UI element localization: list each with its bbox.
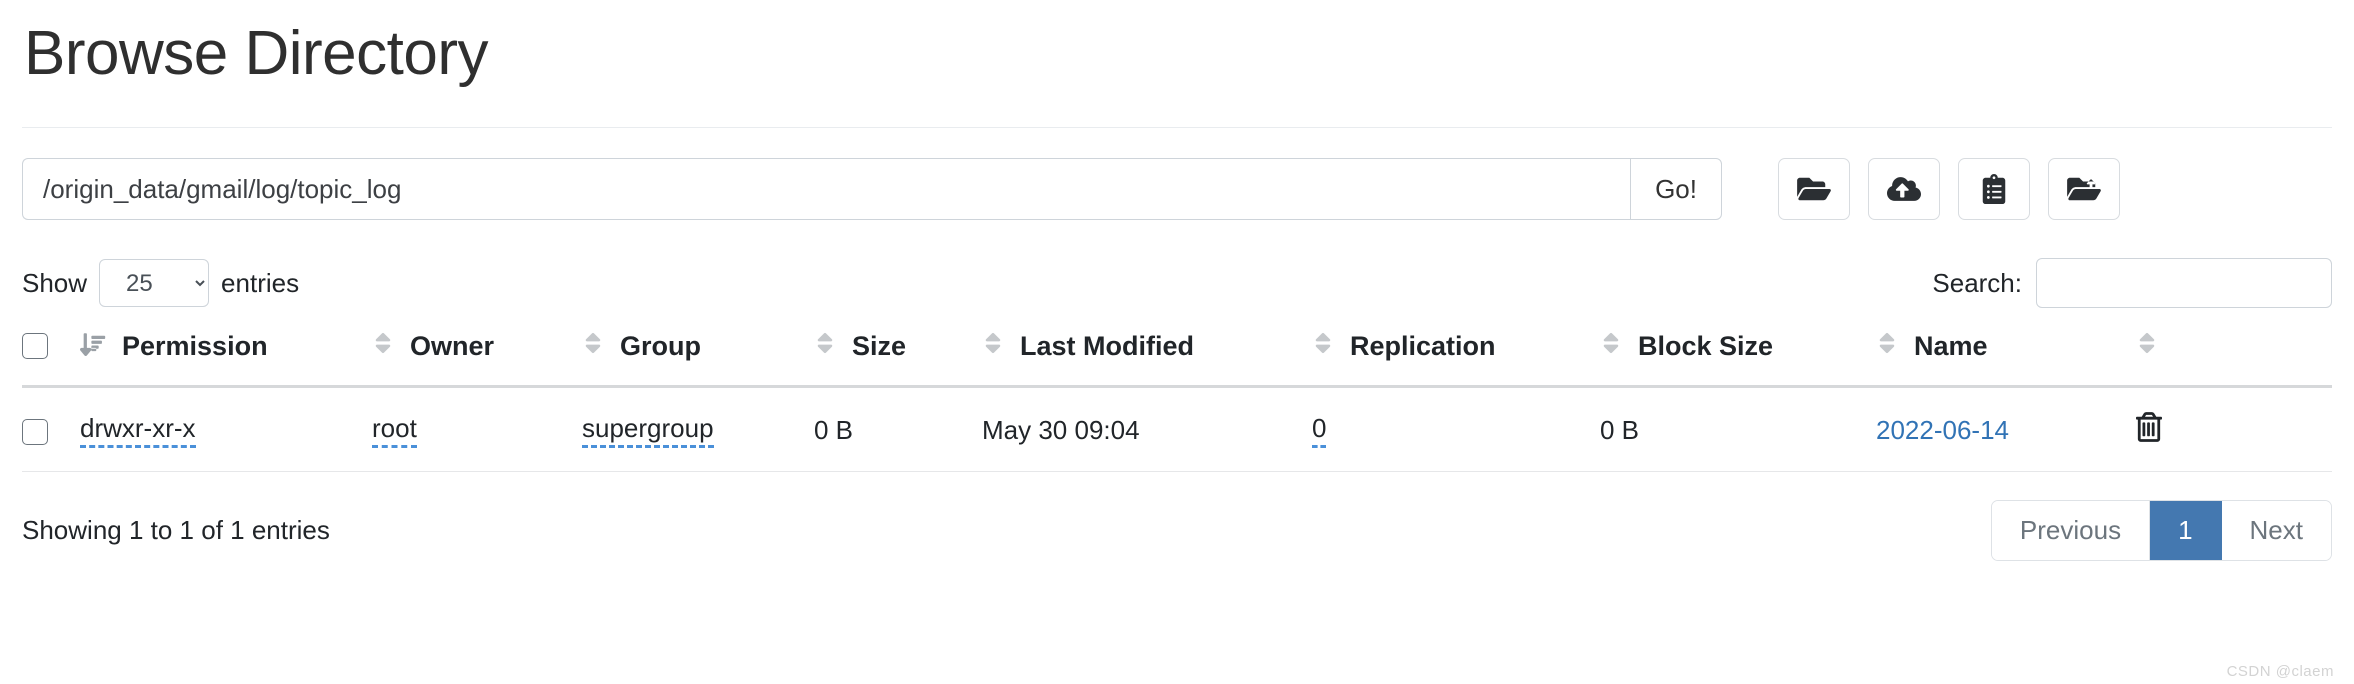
cloud-upload-icon [1887,174,1921,204]
folder-move-icon [2066,174,2102,204]
row-checkbox[interactable] [22,419,48,446]
permission-value[interactable]: drwxr-xr-x [80,414,196,449]
th-group[interactable]: Group [582,330,814,389]
path-input[interactable] [22,158,1631,221]
sort-icon [1876,330,1898,363]
show-label: Show [22,267,88,298]
pagination-previous[interactable]: Previous [1991,501,2151,561]
replication-value[interactable]: 0 [1312,414,1327,449]
sort-icon [582,330,604,363]
cut-paste-button[interactable] [2048,158,2120,221]
cell-permission: drwxr-xr-x [80,386,372,473]
th-block-size[interactable]: Block Size [1600,330,1876,389]
th-group-label: Group [620,331,701,362]
owner-value[interactable]: root [372,414,417,449]
search-input[interactable] [2036,258,2332,309]
table-row: drwxr-xr-x root supergroup 0 B May 30 09… [22,386,2332,473]
directory-tool-buttons [1778,158,2120,221]
select-all-checkbox[interactable] [22,333,48,360]
sort-icon [1312,330,1334,363]
cell-name: 2022-06-14 [1876,386,2136,473]
entries-label: entries [221,267,300,298]
cell-group: supergroup [582,386,814,473]
cell-owner: root [372,386,582,473]
directory-link[interactable]: 2022-06-14 [1876,415,2009,445]
sort-amount-down-icon [79,330,106,363]
th-owner[interactable]: Owner [372,330,582,389]
directory-table: Permission Owner Group Size Last Modifie… [22,330,2332,473]
pagination-next[interactable]: Next [2221,501,2331,561]
sort-icon [372,330,394,363]
cell-size: 0 B [814,386,982,473]
th-replication-label: Replication [1350,331,1496,362]
group-value[interactable]: supergroup [582,414,714,449]
sort-icon [982,330,1004,363]
clipboard-button[interactable] [1958,158,2030,221]
path-input-group: Go! [22,158,1722,221]
th-owner-label: Owner [410,331,495,362]
table-header-row: Permission Owner Group Size Last Modifie… [22,330,2332,389]
trash-icon [2136,412,2162,445]
th-name-label: Name [1914,331,1988,362]
th-last-modified[interactable]: Last Modified [982,330,1312,389]
sort-icon [2136,330,2158,363]
path-toolbar: Go! [22,158,2332,221]
th-block-size-label: Block Size [1638,331,1774,362]
cell-replication: 0 [1312,386,1600,473]
th-select-all [22,330,80,389]
cell-block-size: 0 B [1600,386,1876,473]
th-actions[interactable] [2136,330,2332,389]
sort-icon [1600,330,1622,363]
table-info: Showing 1 to 1 of 1 entries [22,515,330,546]
search-control: Search: [1932,258,2332,309]
upload-files-button[interactable] [1868,158,1940,221]
table-controls: Show 25 entries Search: [22,258,2332,309]
th-size-label: Size [852,331,907,362]
go-button[interactable]: Go! [1630,158,1722,221]
show-entries-control: Show 25 entries [22,259,300,308]
th-permission-label: Permission [122,331,268,362]
pagination-page-1[interactable]: 1 [2150,501,2222,561]
browse-directory-page: Browse Directory Go! [0,18,2354,562]
directory-table-body: drwxr-xr-x root supergroup 0 B May 30 09… [22,386,2332,473]
table-footer: Showing 1 to 1 of 1 entries Previous 1 N… [22,500,2332,562]
th-size[interactable]: Size [814,330,982,389]
cell-actions [2136,386,2332,473]
title-divider [22,127,2332,129]
pagination: Previous 1 Next [1990,500,2332,562]
page-title: Browse Directory [24,19,489,88]
cell-last-modified: May 30 09:04 [982,386,1312,473]
th-permission[interactable]: Permission [79,330,372,389]
row-select-cell [22,386,80,473]
search-label: Search: [1932,267,2022,298]
create-directory-button[interactable] [1778,158,1850,221]
entries-length-select[interactable]: 25 [99,259,210,308]
th-replication[interactable]: Replication [1312,330,1600,389]
clipboard-list-icon [1979,174,2009,205]
create-directory-icon [1797,174,1831,204]
sort-icon [814,330,836,363]
th-last-modified-label: Last Modified [1020,331,1194,362]
delete-button[interactable] [2136,412,2162,445]
directory-table-head: Permission Owner Group Size Last Modifie… [22,330,2332,389]
th-name[interactable]: Name [1876,330,2136,389]
